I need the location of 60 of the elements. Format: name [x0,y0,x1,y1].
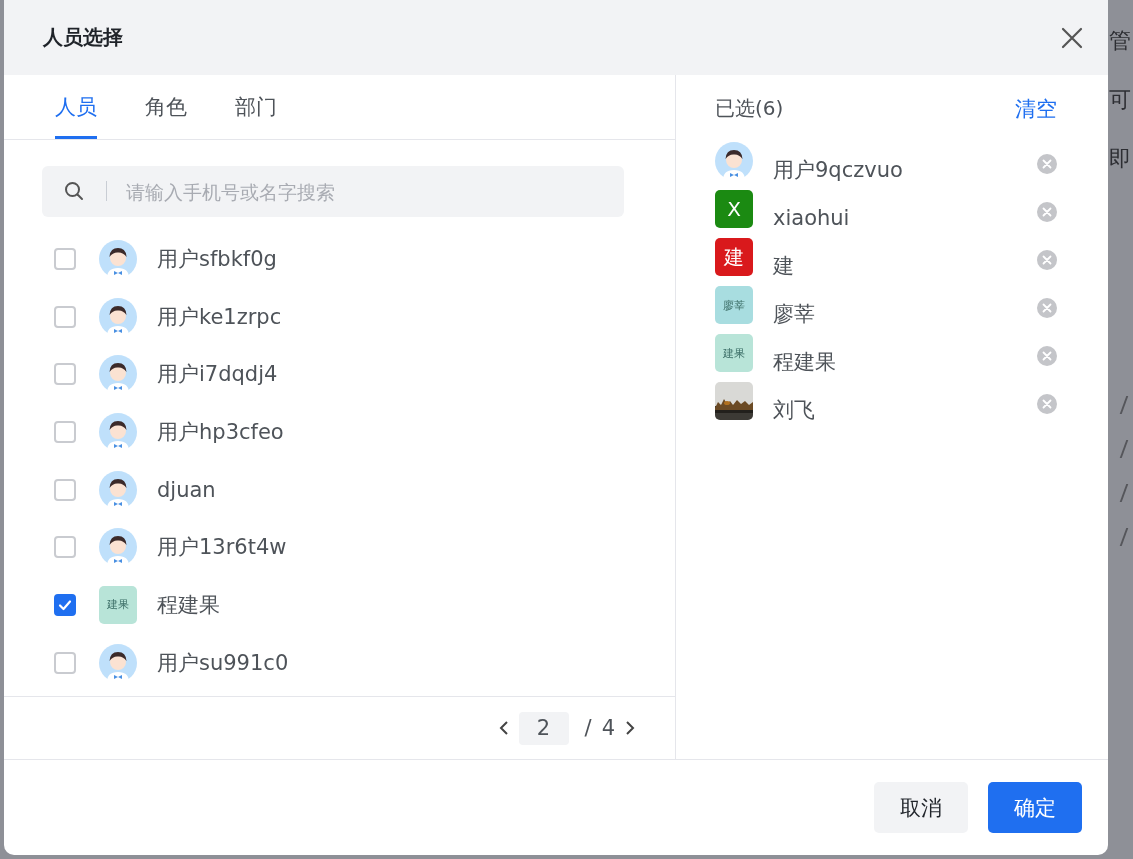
person-name: 用户i7dqdj4 [157,361,278,389]
remove-icon[interactable] [1037,346,1057,366]
close-icon[interactable] [1060,25,1084,50]
person-avatar [99,297,137,336]
person-name: 用户sfbkf0g [157,245,277,273]
checkbox[interactable] [54,478,76,501]
remove-icon[interactable] [1037,202,1057,222]
avatar: 建 [715,238,753,276]
page-input[interactable]: 2 [518,711,569,745]
person-name: 程建果 [157,591,220,619]
person-name: 廖莘 [773,302,816,326]
checkbox[interactable] [54,420,76,443]
person-name: 建 [773,254,795,278]
checkbox[interactable] [54,536,76,559]
avatar: 建果 [715,334,753,372]
previous-page-icon[interactable] [498,720,509,736]
confirm-button[interactable]: 确定 [988,782,1082,833]
avatar: 建果 [99,585,137,624]
page-separator: / [584,716,592,740]
remove-icon[interactable] [1037,298,1057,318]
clear-link[interactable]: 清空 [1015,94,1057,123]
person-avatar [99,528,137,567]
remove-icon[interactable] [1037,154,1057,174]
next-page-icon[interactable] [625,720,635,736]
checkbox[interactable] [54,651,76,674]
cancel-button[interactable]: 取消 [874,782,968,833]
person-name: 用户ke1zrpc [157,303,282,331]
background-text: 可 [1109,87,1132,113]
avatar: X [715,190,753,228]
person-name: 用户9qczvuo [773,158,904,182]
avatar: 廖莘 [715,286,753,324]
checkbox[interactable] [54,593,76,616]
selected-count: 已选(6) [715,95,784,122]
person-name: 刘飞 [773,398,816,422]
checkbox[interactable] [54,363,76,386]
person-avatar [715,142,753,180]
person-avatar [99,470,137,509]
person-name: 用户hp3cfeo [157,418,284,446]
person-name: 用户13r6t4w [157,534,287,562]
person-avatar [99,412,137,451]
person-avatar [99,643,137,682]
dialog-title: 人员选择 [43,24,123,51]
search-icon [64,181,84,201]
background-text: 管 [1109,28,1132,54]
tab[interactable]: 部门 [235,93,277,139]
background-text: 即 [1109,146,1132,172]
person-name: djuan [157,477,216,502]
checkbox[interactable] [54,305,76,328]
remove-icon[interactable] [1037,250,1057,270]
person-name: 程建果 [773,350,837,374]
search-field[interactable]: 请输入手机号或名字搜索 [42,166,624,217]
person-name: xiaohui [773,206,851,230]
tab[interactable]: 人员 [55,93,97,139]
person-name: 用户su991c0 [157,649,289,677]
checkbox[interactable] [54,247,76,270]
person-avatar [99,355,137,394]
person-avatar [99,239,137,278]
page-total: 4 [601,716,615,740]
tab[interactable]: 角色 [145,93,187,139]
remove-icon[interactable] [1037,394,1057,414]
